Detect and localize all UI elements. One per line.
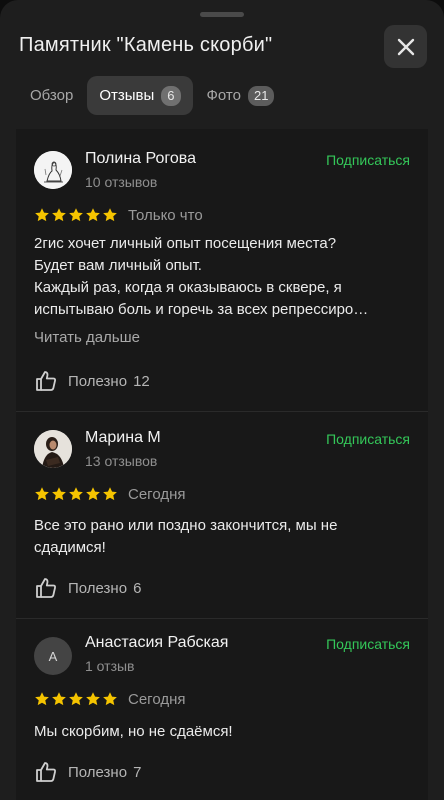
star-icon <box>103 487 117 501</box>
avatar-letter: А <box>48 648 58 664</box>
star-icon <box>86 208 100 222</box>
thumbs-up-icon <box>36 762 56 782</box>
useful-label: Полезно <box>68 763 128 781</box>
useful-button[interactable]: Полезно 12 <box>34 369 150 393</box>
star-icon <box>86 692 100 706</box>
review-date: Сегодня <box>128 691 186 708</box>
review-author[interactable]: Анастасия Рабская <box>85 634 228 652</box>
review-card: Полина Рогова 10 отзывов Подписаться Тол… <box>16 129 428 411</box>
tab-reviews[interactable]: Отзывы 6 <box>87 76 193 115</box>
subscribe-button[interactable]: Подписаться <box>326 152 410 168</box>
reviews-sheet: Памятник "Камень скорби" Обзор Отзывы 6 … <box>0 0 444 800</box>
star-icon <box>52 208 66 222</box>
subscribe-button[interactable]: Подписаться <box>326 636 410 652</box>
avatar[interactable] <box>34 151 72 189</box>
star-icon <box>103 208 117 222</box>
star-icon <box>35 692 49 706</box>
review-text: 2гис хочет личный опыт посещения места? … <box>34 235 369 318</box>
sketch-avatar-icon <box>34 151 72 189</box>
reviews-list[interactable]: Полина Рогова 10 отзывов Подписаться Тол… <box>16 129 428 800</box>
rating-stars <box>34 691 118 707</box>
thumbs-up-icon <box>36 371 56 391</box>
star-icon <box>86 487 100 501</box>
useful-button[interactable]: Полезно 7 <box>34 760 141 784</box>
useful-button[interactable]: Полезно 6 <box>34 576 141 600</box>
review-text: Все это рано или поздно закончится, мы н… <box>34 517 338 556</box>
read-more-link[interactable]: Читать дальше <box>34 329 140 346</box>
review-author-count: 10 отзывов <box>85 174 158 190</box>
sheet-grabber[interactable] <box>200 12 244 17</box>
useful-count: 7 <box>133 763 142 781</box>
review-author-count: 13 отзывов <box>85 453 158 469</box>
tab-overview-label: Обзор <box>30 87 74 104</box>
tab-reviews-count: 6 <box>161 85 181 106</box>
rating-stars <box>34 207 118 223</box>
tab-reviews-label: Отзывы <box>99 87 155 104</box>
review-author[interactable]: Полина Рогова <box>85 150 196 168</box>
page-title: Памятник "Камень скорби" <box>19 34 273 56</box>
useful-count: 12 <box>133 372 150 390</box>
review-card: А Анастасия Рабская 1 отзыв Подписаться … <box>16 619 428 800</box>
star-icon <box>35 487 49 501</box>
tab-photos-count: 21 <box>247 85 275 106</box>
tab-photos-label: Фото <box>206 87 241 104</box>
useful-label: Полезно <box>68 372 128 390</box>
star-icon <box>69 692 83 706</box>
rating-stars <box>34 486 118 502</box>
avatar[interactable]: А <box>34 637 72 675</box>
review-author-count: 1 отзыв <box>85 658 135 674</box>
review-card: Марина М 13 отзывов Подписаться Сегодня … <box>16 412 428 618</box>
review-text: Мы скорбим, но не сдаёмся! <box>34 723 233 740</box>
star-icon <box>52 692 66 706</box>
tab-bar: Обзор Отзывы 6 Фото 21 <box>18 76 288 115</box>
subscribe-button[interactable]: Подписаться <box>326 431 410 447</box>
useful-label: Полезно <box>68 579 128 597</box>
thumbs-up-icon <box>36 578 56 598</box>
avatar[interactable] <box>34 430 72 468</box>
star-icon <box>103 692 117 706</box>
star-icon <box>69 208 83 222</box>
close-button[interactable] <box>384 25 427 68</box>
star-icon <box>35 208 49 222</box>
useful-count: 6 <box>133 579 142 597</box>
review-date: Только что <box>128 207 203 224</box>
review-date: Сегодня <box>128 486 186 503</box>
tab-photos[interactable]: Фото 21 <box>195 76 287 115</box>
tab-overview[interactable]: Обзор <box>18 76 85 115</box>
star-icon <box>52 487 66 501</box>
review-author[interactable]: Марина М <box>85 429 161 447</box>
star-icon <box>69 487 83 501</box>
photo-avatar-icon <box>34 430 72 468</box>
close-icon <box>397 38 414 55</box>
